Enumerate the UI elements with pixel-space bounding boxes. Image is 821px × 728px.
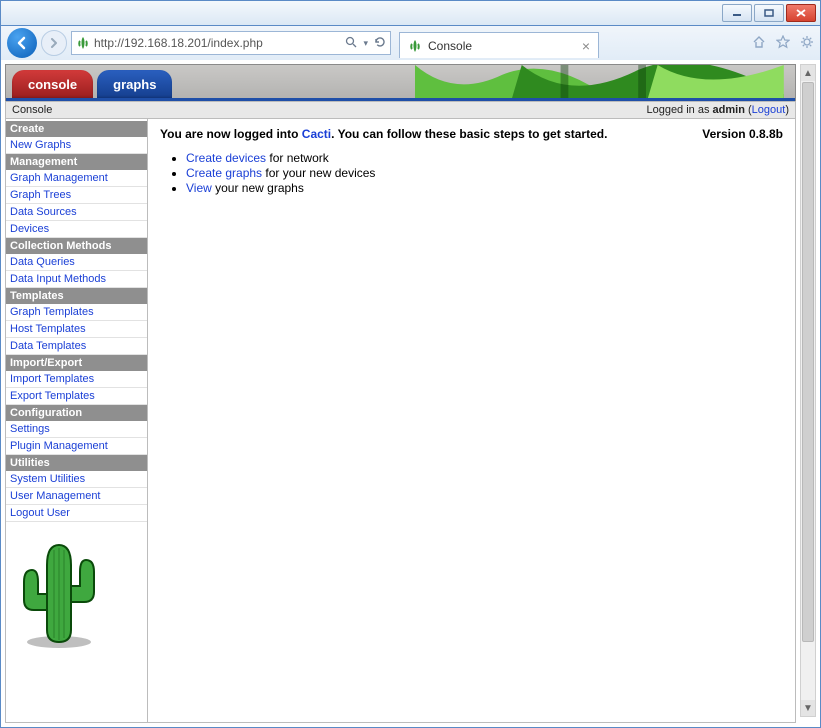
maximize-button[interactable]: [754, 4, 784, 22]
step-item: View your new graphs: [186, 181, 783, 195]
step-link[interactable]: Create devices: [186, 151, 266, 165]
menu-item[interactable]: Import Templates: [6, 371, 147, 388]
menu-header: Import/Export: [6, 355, 147, 371]
getting-started-steps: Create devices for networkCreate graphs …: [186, 151, 783, 195]
tools-icon[interactable]: [800, 35, 814, 52]
login-status: Logged in as admin (Logout): [646, 104, 789, 116]
menu-header: Collection Methods: [6, 238, 147, 254]
login-user: admin: [713, 104, 745, 116]
menu-item[interactable]: Plugin Management: [6, 438, 147, 455]
browser-tabs: Console ×: [399, 28, 599, 58]
body-layout: CreateNew GraphsManagementGraph Manageme…: [5, 119, 796, 723]
browser-toolbar: ▾ Console ×: [0, 26, 821, 60]
home-icon[interactable]: [752, 35, 766, 52]
sidebar: CreateNew GraphsManagementGraph Manageme…: [6, 119, 148, 722]
menu-item[interactable]: Devices: [6, 221, 147, 238]
menu-header: Utilities: [6, 455, 147, 471]
vertical-scrollbar[interactable]: ▲ ▼: [800, 64, 816, 717]
menu-item[interactable]: Host Templates: [6, 321, 147, 338]
menu-item[interactable]: Data Input Methods: [6, 271, 147, 288]
step-link[interactable]: Create graphs: [186, 166, 262, 180]
cacti-tab-bar: console graphs: [5, 64, 796, 98]
tab-console[interactable]: console: [12, 70, 93, 98]
menu-item[interactable]: Export Templates: [6, 388, 147, 405]
tab-graphs-label: graphs: [113, 77, 156, 92]
favicon-icon: [76, 36, 90, 50]
cactus-logo: [6, 522, 147, 661]
browser-viewport: console graphs Console Logged in as admi…: [0, 60, 821, 728]
menu-item[interactable]: System Utilities: [6, 471, 147, 488]
menu-header: Configuration: [6, 405, 147, 421]
breadcrumb: Console: [12, 104, 52, 116]
favorites-icon[interactable]: [776, 35, 790, 52]
menu-item[interactable]: Graph Templates: [6, 304, 147, 321]
address-bar[interactable]: ▾: [71, 31, 391, 55]
menu-item[interactable]: Data Queries: [6, 254, 147, 271]
cacti-header-art: [415, 65, 795, 98]
refresh-icon[interactable]: [374, 36, 386, 51]
browser-tab-title: Console: [428, 39, 472, 53]
menu-item[interactable]: Graph Trees: [6, 187, 147, 204]
forward-button[interactable]: [41, 30, 67, 56]
tab-console-label: console: [28, 77, 77, 92]
page-content: console graphs Console Logged in as admi…: [5, 64, 796, 723]
menu-header: Management: [6, 154, 147, 170]
menu-header: Create: [6, 121, 147, 137]
url-input[interactable]: [94, 36, 341, 50]
version-label: Version 0.8.8b: [702, 127, 783, 141]
menu-item[interactable]: Data Templates: [6, 338, 147, 355]
window-titlebar: [0, 0, 821, 26]
minimize-button[interactable]: [722, 4, 752, 22]
tab-graphs[interactable]: graphs: [97, 70, 172, 98]
menu-item[interactable]: Logout User: [6, 505, 147, 522]
cacti-link[interactable]: Cacti: [302, 127, 331, 141]
scroll-down-icon[interactable]: ▼: [801, 700, 815, 716]
browser-right-icons: [752, 35, 814, 52]
menu-item[interactable]: Graph Management: [6, 170, 147, 187]
tab-favicon-icon: [408, 39, 422, 53]
step-item: Create graphs for your new devices: [186, 166, 783, 180]
menu-item[interactable]: Data Sources: [6, 204, 147, 221]
main-content: You are now logged into Cacti. You can f…: [148, 119, 795, 722]
info-bar: Console Logged in as admin (Logout): [5, 101, 796, 119]
menu-header: Templates: [6, 288, 147, 304]
scroll-thumb[interactable]: [802, 82, 814, 642]
step-link[interactable]: View: [186, 181, 212, 195]
search-icon[interactable]: [345, 36, 357, 51]
dropdown-icon[interactable]: ▾: [363, 38, 368, 49]
menu-item[interactable]: User Management: [6, 488, 147, 505]
tab-close-icon[interactable]: ×: [582, 38, 590, 54]
step-item: Create devices for network: [186, 151, 783, 165]
back-button[interactable]: [7, 28, 37, 58]
menu-item[interactable]: Settings: [6, 421, 147, 438]
address-bar-icons: ▾: [345, 36, 386, 51]
browser-tab-console[interactable]: Console ×: [399, 32, 599, 58]
scroll-up-icon[interactable]: ▲: [801, 65, 815, 81]
menu-item[interactable]: New Graphs: [6, 137, 147, 154]
welcome-message: You are now logged into Cacti. You can f…: [160, 127, 783, 141]
close-button[interactable]: [786, 4, 816, 22]
logout-link[interactable]: Logout: [752, 104, 786, 116]
